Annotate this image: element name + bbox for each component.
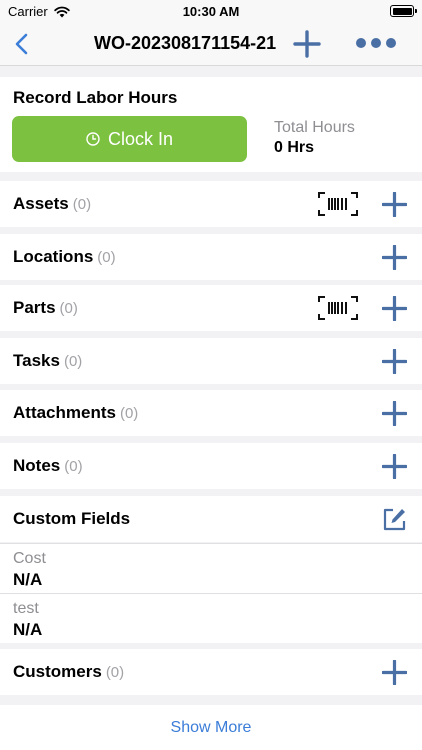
barcode-scan-icon[interactable]	[317, 295, 359, 321]
customers-count: (0)	[105, 664, 125, 681]
locations-row[interactable]: Locations (0)	[0, 234, 422, 280]
customers-label: Customers (0)	[13, 662, 124, 682]
assets-count: (0)	[72, 196, 92, 213]
clock-in-button[interactable]: Clock In	[12, 116, 247, 162]
barcode-scan-icon[interactable]	[317, 191, 359, 217]
notes-label: Notes (0)	[13, 456, 83, 476]
parts-row[interactable]: Parts (0)	[0, 285, 422, 331]
total-hours-value: 0 Hrs	[274, 139, 315, 156]
parts-label: Parts (0)	[13, 298, 78, 318]
edit-icon[interactable]	[382, 507, 407, 532]
add-attachment-plus-icon[interactable]	[382, 401, 407, 426]
add-part-plus-icon[interactable]	[382, 296, 407, 321]
labor-hours-heading: Record Labor Hours	[13, 88, 178, 107]
page-title: WO-202308171154-21	[94, 33, 277, 53]
locations-count: (0)	[97, 249, 116, 266]
labor-hours-section: Record Labor Hours Clock In Total Hours …	[0, 77, 422, 172]
show-more-section: Show More	[0, 705, 422, 750]
notes-row[interactable]: Notes (0)	[0, 443, 422, 489]
custom-field-value: N/A	[13, 620, 43, 639]
attachments-label: Attachments (0)	[13, 403, 138, 423]
parts-count: (0)	[59, 300, 78, 317]
tasks-count: (0)	[63, 353, 83, 370]
custom-field-value: N/A	[13, 570, 43, 589]
assets-title: Assets	[13, 194, 69, 213]
custom-field-test: test N/A	[0, 594, 422, 643]
custom-fields-row: Custom Fields	[0, 496, 422, 542]
attachments-title: Attachments	[13, 403, 116, 422]
more-dots-icon[interactable]	[355, 37, 397, 49]
customers-row[interactable]: Customers (0)	[0, 649, 422, 695]
status-bar: Carrier 10:30 AM	[0, 0, 422, 22]
custom-field-label: Cost	[13, 550, 46, 567]
tasks-title: Tasks	[13, 351, 60, 370]
custom-field-label: test	[13, 600, 39, 617]
tasks-row[interactable]: Tasks (0)	[0, 338, 422, 384]
clock-in-label: Clock In	[107, 128, 174, 149]
assets-row[interactable]: Assets (0)	[0, 181, 422, 227]
plus-icon[interactable]	[293, 30, 321, 58]
notes-count: (0)	[64, 458, 83, 475]
add-task-plus-icon[interactable]	[382, 349, 407, 374]
total-hours-label: Total Hours	[274, 119, 355, 136]
show-more-link[interactable]: Show More	[171, 719, 252, 737]
locations-title: Locations	[13, 247, 94, 266]
locations-label: Locations (0)	[13, 247, 116, 267]
add-note-plus-icon[interactable]	[382, 454, 407, 479]
add-location-plus-icon[interactable]	[382, 245, 407, 270]
navigation-bar: WO-202308171154-21	[0, 22, 422, 66]
add-customer-plus-icon[interactable]	[382, 660, 407, 685]
chevron-left-icon[interactable]	[10, 31, 34, 57]
battery-icon	[390, 5, 417, 17]
status-time: 10:30 AM	[182, 4, 240, 19]
parts-title: Parts	[13, 298, 56, 317]
add-asset-plus-icon[interactable]	[382, 192, 407, 217]
assets-label: Assets (0)	[13, 194, 91, 214]
custom-fields-label: Custom Fields	[13, 509, 131, 528]
clock-icon	[86, 132, 100, 146]
attachments-count: (0)	[119, 405, 139, 422]
custom-field-cost: Cost N/A	[0, 544, 422, 593]
tasks-label: Tasks (0)	[13, 351, 82, 371]
customers-title: Customers	[13, 662, 102, 681]
notes-title: Notes	[13, 456, 61, 475]
attachments-row[interactable]: Attachments (0)	[0, 390, 422, 436]
